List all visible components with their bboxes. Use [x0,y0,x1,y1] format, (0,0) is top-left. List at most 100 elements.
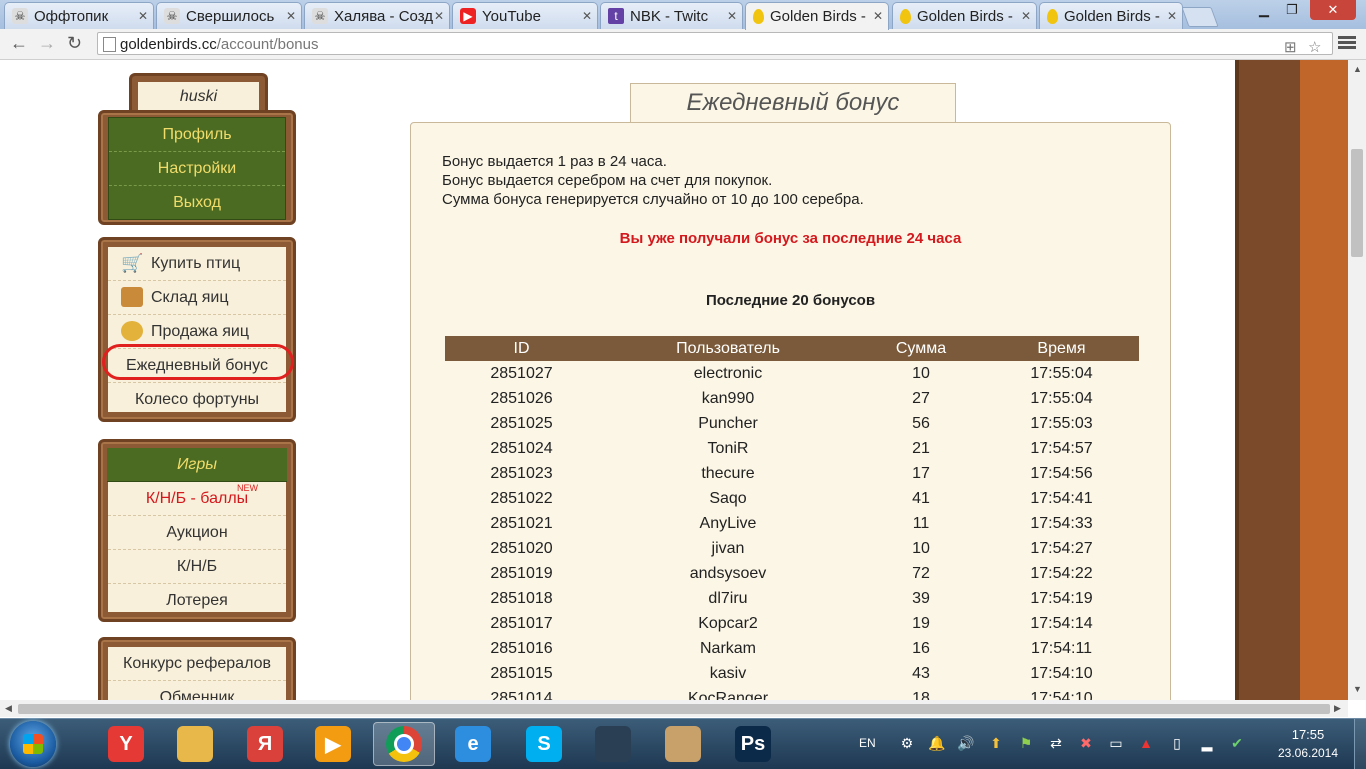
shop-menu-box: 🛒 Купить птиц Склад яиц Продажа яиц Ежед… [98,237,296,422]
taskbar-app-button[interactable]: S [513,722,575,766]
games-menu-box: Игры К/Н/Б - баллы Аукцион К/Н/Б Лотерея [98,439,296,622]
menu-profile[interactable]: Профиль [109,118,285,152]
close-icon[interactable]: ✕ [286,9,296,23]
scroll-up-icon[interactable]: ▲ [1353,64,1362,74]
scroll-down-icon[interactable]: ▼ [1353,684,1362,694]
taskbar-app-button[interactable]: Y [95,722,157,766]
account-menu: Профиль Настройки Выход [108,117,286,220]
clock-time[interactable]: 17:55 [1270,727,1346,742]
minimize-button[interactable]: ▁ [1250,0,1278,20]
steam-icon [595,726,631,762]
cell-id: 2851023 [490,464,553,482]
tab-golden-birds-active[interactable]: Golden Birds - ✕ [745,2,889,30]
back-icon[interactable]: ← [10,33,28,54]
forward-icon[interactable]: → [38,33,56,54]
tab-sversh[interactable]: ☠ Свершилось ✕ [156,2,302,29]
cell-id: 2851022 [490,489,553,507]
menu-fortune-wheel[interactable]: Колесо фортуны [108,383,286,416]
egg-icon [1047,8,1058,24]
taskbar-app-button[interactable]: ▶ [302,722,364,766]
chrome-menu-icon[interactable] [1338,34,1356,51]
menu-logout[interactable]: Выход [109,186,285,219]
translate-icon[interactable]: ⊞ [1284,36,1297,59]
menu-sell-eggs[interactable]: Продажа яиц [108,315,286,349]
star-icon[interactable]: ☆ [1308,36,1321,59]
volume-icon[interactable]: 🔊 [957,734,975,752]
horizontal-scrollbar[interactable]: ◀ ▶ [0,700,1348,717]
taskbar-app-button[interactable] [582,722,644,766]
cell-user: jivan [711,539,745,557]
close-icon[interactable]: ✕ [873,9,883,23]
close-icon[interactable]: ✕ [1021,9,1031,23]
notification-icon[interactable]: 🔔 [928,734,946,752]
cell-id: 2851019 [490,564,553,582]
security-icon[interactable]: ⚑ [1017,734,1035,752]
reload-icon[interactable]: ↻ [67,33,82,54]
menu-settings[interactable]: Настройки [109,152,285,186]
close-icon[interactable]: ✕ [138,9,148,23]
language-indicator[interactable]: EN [859,736,876,750]
cell-amount: 41 [912,489,930,507]
tab-halyava[interactable]: ☠ Халява - Созд ✕ [304,2,450,29]
tab-golden-birds-3[interactable]: Golden Birds - ✕ [1039,2,1183,29]
app-label: Y [119,732,133,755]
steam-tray-icon[interactable]: ⚙ [898,734,916,752]
games-menu: Игры К/Н/Б - баллы Аукцион К/Н/Б Лотерея [107,448,287,612]
cell-user: kan990 [701,389,755,407]
taskbar-app-button[interactable]: e [442,722,504,766]
bonus-warning: Вы уже получали бонус за последние 24 ча… [619,230,962,247]
taskbar-app-button[interactable] [164,722,226,766]
taskbar-app-button[interactable]: Я [234,722,296,766]
update-icon[interactable]: ⬆ [987,734,1005,752]
menu-buy-birds[interactable]: 🛒 Купить птиц [108,247,286,281]
clock-date[interactable]: 23.06.2014 [1270,746,1346,760]
connection-off-icon[interactable]: ✖ [1077,734,1095,752]
signal-icon[interactable]: ▂ [1198,734,1216,752]
menu-lottery[interactable]: Лотерея [108,584,286,617]
restore-button[interactable]: ❐ [1278,0,1306,20]
power-icon[interactable]: ▯ [1168,734,1186,752]
tab-golden-birds-2[interactable]: Golden Birds - ✕ [892,2,1037,29]
tab-offtopic[interactable]: ☠ Оффтопик ✕ [4,2,154,29]
cell-time: 17:54:56 [1030,464,1093,482]
scroll-thumb[interactable] [1351,149,1363,257]
tab-youtube[interactable]: ▶ YouTube ✕ [452,2,598,29]
menu-auction[interactable]: Аукцион [108,516,286,550]
taskbar-app-button[interactable] [373,722,435,766]
scroll-right-icon[interactable]: ▶ [1334,703,1341,714]
start-button[interactable] [10,721,56,767]
close-icon[interactable]: ✕ [582,9,592,23]
scroll-thumb[interactable] [18,704,1330,714]
taskbar-app-button[interactable]: Ps [722,722,784,766]
taskbar-app-button[interactable] [652,722,714,766]
vertical-scrollbar[interactable]: ▲ ▼ [1348,60,1366,700]
cell-time: 17:55:04 [1030,364,1093,382]
table-row: 2851020 jivan 10 17:54:27 [445,536,1139,561]
menu-daily-bonus[interactable]: Ежедневный бонус [108,349,286,383]
cell-amount: 17 [912,464,930,482]
close-icon[interactable]: ✕ [727,9,737,23]
menu-rps[interactable]: К/Н/Б [108,550,286,584]
tab-twitch[interactable]: t NBK - Twitc ✕ [600,2,743,29]
shop-menu: 🛒 Купить птиц Склад яиц Продажа яиц Ежед… [108,247,286,412]
info-line: Сумма бонуса генерируется случайно от 10… [442,191,864,208]
show-desktop-button[interactable] [1354,719,1366,769]
photoshop-icon: Ps [735,726,771,762]
monitor-icon[interactable]: ▭ [1107,734,1125,752]
menu-egg-storage[interactable]: Склад яиц [108,281,286,315]
menu-rps-points[interactable]: К/Н/Б - баллы [108,482,286,516]
cell-amount: 72 [912,564,930,582]
window-close-button[interactable]: ✕ [1310,0,1356,20]
scroll-left-icon[interactable]: ◀ [5,703,12,714]
close-icon[interactable]: ✕ [434,9,444,23]
menu-exchanger[interactable]: Обменник [108,681,286,700]
address-bar[interactable]: goldenbirds.cc/account/bonus ⊞ ☆ [97,32,1333,56]
close-icon[interactable]: ✕ [1167,9,1177,23]
new-tab-button[interactable] [1181,7,1219,27]
upload-icon[interactable]: ▲ [1137,734,1155,752]
menu-referral-contest[interactable]: Конкурс рефералов [108,647,286,681]
checkmark-icon[interactable]: ✔ [1228,734,1246,752]
table-row: 2851025 Puncher 56 17:55:03 [445,411,1139,436]
network-share-icon[interactable]: ⇄ [1047,734,1065,752]
chrome-icon [386,726,422,762]
